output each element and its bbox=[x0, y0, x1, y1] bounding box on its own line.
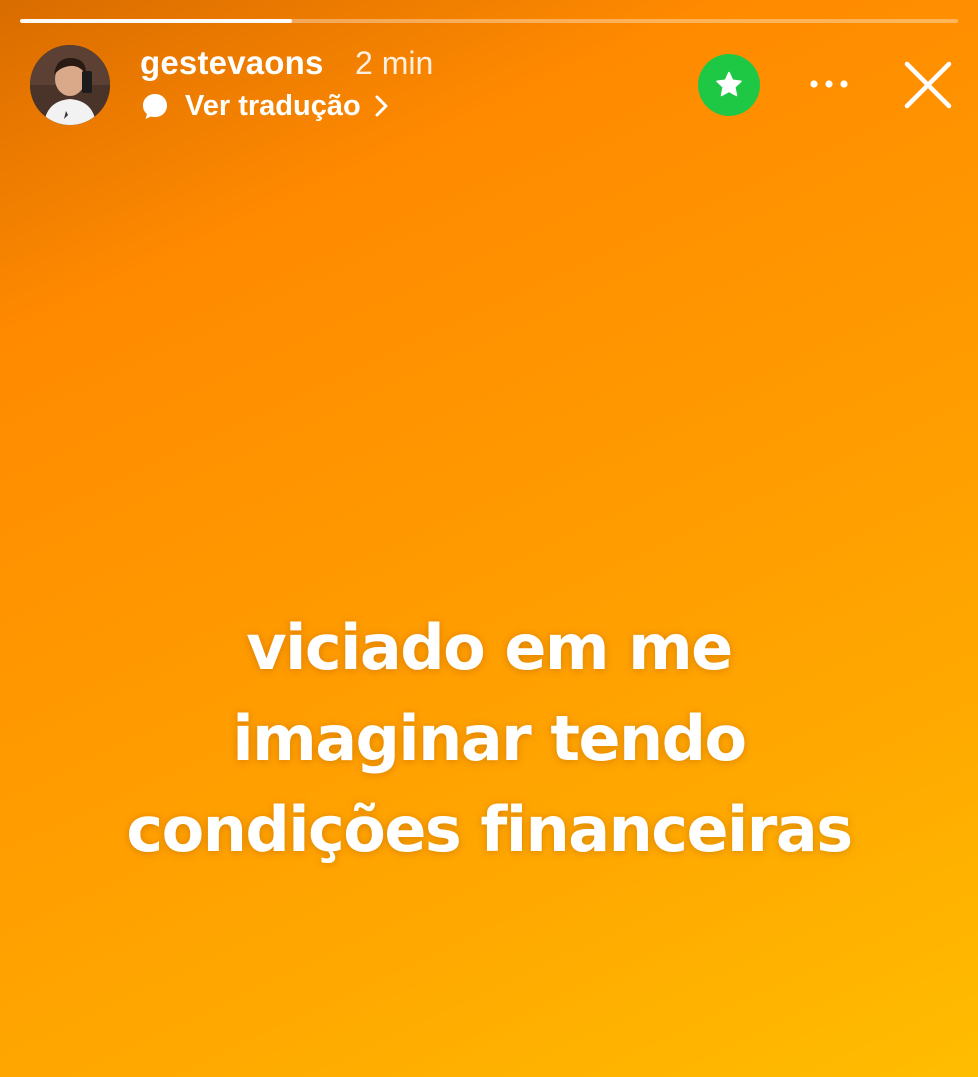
translate-link[interactable]: Ver tradução bbox=[140, 86, 391, 126]
avatar-photo bbox=[30, 45, 110, 125]
close-button[interactable] bbox=[898, 55, 958, 115]
translate-label: Ver tradução bbox=[185, 89, 361, 122]
story-progress-fill bbox=[20, 19, 293, 23]
more-horizontal-icon bbox=[810, 80, 848, 88]
story-text-line: imaginar tendo bbox=[232, 702, 747, 775]
close-friends-badge[interactable] bbox=[698, 54, 760, 116]
story-timestamp: 2 min bbox=[355, 45, 434, 81]
chevron-right-icon bbox=[373, 93, 391, 119]
story-text-line: viciado em me bbox=[246, 611, 733, 684]
speech-bubble-icon bbox=[140, 91, 170, 121]
story-text-line: condições financeiras bbox=[126, 793, 853, 866]
story-viewer[interactable]: gestevaons 2 min Ver tradução viciado em… bbox=[0, 0, 978, 1077]
story-text: viciado em me imaginar tendo condições f… bbox=[0, 602, 978, 875]
more-options-button[interactable] bbox=[804, 66, 854, 102]
close-icon bbox=[904, 61, 952, 109]
star-icon bbox=[716, 71, 742, 97]
avatar[interactable] bbox=[30, 45, 110, 125]
story-progress-bar bbox=[20, 19, 958, 23]
story-username[interactable]: gestevaons bbox=[140, 44, 324, 82]
